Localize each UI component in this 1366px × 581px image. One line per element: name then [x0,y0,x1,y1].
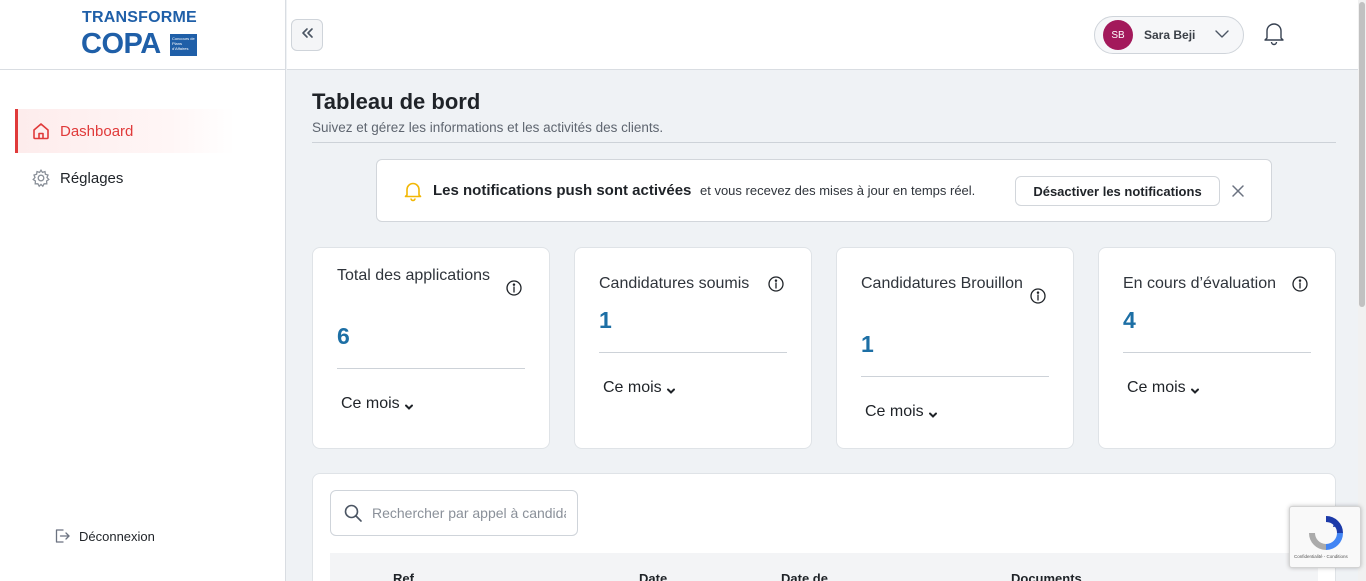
gear-icon [31,168,51,188]
card-label: Total des applications [337,267,490,284]
stat-card-draft: Candidatures Brouillon 1 Ce mois [836,247,1074,449]
table-header: Ref Date Date de Documents [330,553,1318,581]
push-notification-banner: Les notifications push sont activées et … [376,159,1272,222]
card-value: 4 [1123,307,1136,333]
logout-button[interactable]: Déconnexion [53,527,155,545]
card-label: Candidatures Brouillon [861,275,1023,292]
sidebar-item-dashboard[interactable]: Dashboard [15,109,235,153]
period-dropdown[interactable]: Ce mois [341,395,414,413]
logout-label: Déconnexion [79,528,155,544]
card-divider [337,368,525,369]
collapse-sidebar-button[interactable] [291,19,323,51]
page-scrollbar[interactable] [1358,0,1366,581]
page-title: Tableau de bord [312,89,481,114]
brand-logo[interactable]: TRANSFORME COPA Concours de Plans d'Affa… [80,8,200,60]
card-value: 1 [861,331,874,357]
sidebar-item-label: Réglages [60,169,124,187]
period-label: Ce mois [865,403,924,420]
period-dropdown[interactable]: Ce mois [1127,379,1200,397]
home-icon [31,121,51,141]
notifications-bell-icon[interactable] [1262,20,1286,46]
stat-card-total: Total des applications 6 Ce mois [312,247,550,449]
search-input[interactable] [372,505,566,521]
applications-table-panel: Ref Date Date de Documents [312,473,1336,581]
card-value: 1 [599,307,612,333]
disable-notifications-button[interactable]: Désactiver les notifications [1015,176,1220,206]
search-field[interactable] [330,490,578,536]
info-icon[interactable] [1291,275,1309,293]
column-header-documents[interactable]: Documents [1011,571,1082,581]
period-label: Ce mois [603,379,662,396]
title-divider [312,142,1336,143]
info-icon[interactable] [1029,287,1047,305]
chevron-down-icon [928,407,938,418]
close-icon[interactable] [1229,182,1247,200]
logo-top-text: TRANSFORME [82,9,197,26]
sidebar: TRANSFORME COPA Concours de Plans d'Affa… [0,0,286,581]
sidebar-divider [0,69,286,70]
logo-box-text: Concours de Plans d'Affaires [170,34,197,56]
card-divider [1123,352,1311,353]
recaptcha-icon [1308,515,1344,551]
chevron-down-icon [666,383,676,394]
card-value: 6 [337,323,350,349]
period-label: Ce mois [1127,379,1186,396]
banner-title: Les notifications push sont activées [433,182,692,199]
card-label: En cours d’évaluation [1123,275,1276,292]
stat-card-submitted: Candidatures soumis 1 Ce mois [574,247,812,449]
column-header-date-de[interactable]: Date de [781,571,828,581]
user-name: Sara Beji [1144,28,1196,42]
recaptcha-badge[interactable]: Confidentialité - Conditions [1289,506,1361,568]
page-subtitle: Suivez et gérez les informations et les … [312,120,664,135]
search-icon [343,503,363,523]
sidebar-item-settings[interactable]: Réglages [15,156,235,200]
card-divider [861,376,1049,377]
period-dropdown[interactable]: Ce mois [865,403,938,421]
period-dropdown[interactable]: Ce mois [603,379,676,397]
period-label: Ce mois [341,395,400,412]
double-chevron-left-icon [300,26,314,45]
chevron-down-icon [1190,383,1200,394]
stat-card-evaluation: En cours d’évaluation 4 Ce mois [1098,247,1336,449]
banner-text: et vous recevez des mises à jour en temp… [700,183,976,198]
column-header-ref[interactable]: Ref [393,571,414,581]
recaptcha-text[interactable]: Confidentialité - Conditions [1294,554,1348,559]
logo-main-text: COPA [81,28,161,60]
avatar: SB [1103,20,1133,50]
chevron-down-icon [404,399,414,410]
column-header-date[interactable]: Date [639,571,667,581]
card-label: Candidatures soumis [599,275,750,292]
info-icon[interactable] [767,275,785,293]
chevron-down-icon [1214,26,1230,42]
user-menu[interactable]: SB Sara Beji [1094,16,1244,54]
info-icon[interactable] [505,279,523,297]
bell-icon [403,180,423,202]
card-divider [599,352,787,353]
topbar: SB Sara Beji [287,0,1358,70]
sidebar-item-label: Dashboard [60,122,134,140]
scrollbar-thumb[interactable] [1359,2,1365,307]
logout-icon [53,527,71,545]
